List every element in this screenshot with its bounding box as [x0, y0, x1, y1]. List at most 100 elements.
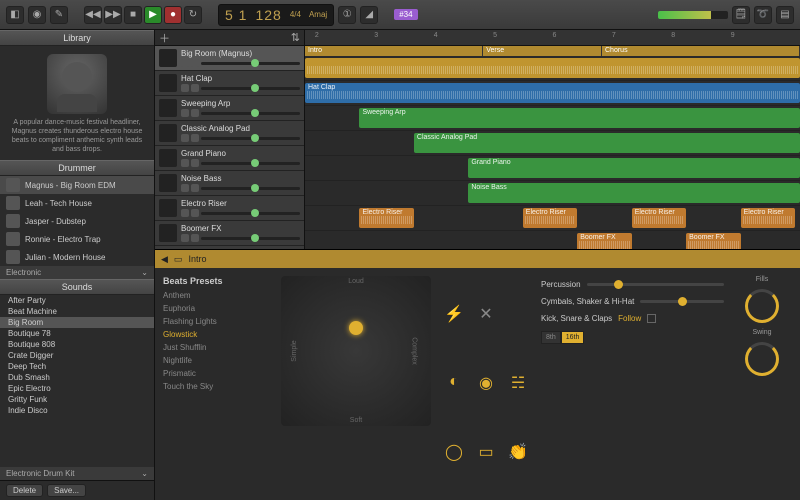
solo-button[interactable]	[191, 59, 199, 67]
xy-puck[interactable]	[349, 321, 363, 335]
track-lane[interactable]: Sweeping Arp	[305, 106, 800, 131]
track-lane[interactable]: Noise Bass	[305, 181, 800, 206]
save-button[interactable]: Save...	[47, 484, 86, 497]
arrangement-marker[interactable]: Verse	[483, 46, 602, 56]
prev-region-icon[interactable]: ◀	[161, 254, 168, 265]
track-header[interactable]: Boomer FX	[155, 221, 304, 246]
category-selector[interactable]: Electronic ⌄	[0, 266, 154, 279]
sound-item[interactable]: Gritty Funk	[0, 394, 154, 405]
track-header[interactable]: Classic Analog Pad	[155, 121, 304, 146]
drummer-item[interactable]: Magnus - Big Room EDM	[0, 176, 154, 194]
preset-item[interactable]: Glowstick	[163, 328, 273, 341]
sound-item[interactable]: Indie Disco	[0, 405, 154, 416]
sound-item[interactable]: Crate Digger	[0, 350, 154, 361]
track-header[interactable]: Noise Bass	[155, 171, 304, 196]
drummer-item[interactable]: Ronnie - Electro Trap	[0, 230, 154, 248]
volume-slider[interactable]	[201, 162, 300, 165]
preset-item[interactable]: Prismatic	[163, 367, 273, 380]
bar-ruler[interactable]: 23456789	[305, 30, 800, 46]
loops-button[interactable]: ➰	[754, 6, 772, 24]
kick-icon[interactable]: ◯	[443, 442, 465, 464]
solo-button[interactable]	[191, 84, 199, 92]
track-header[interactable]: Big Room (Magnus)	[155, 46, 304, 71]
volume-slider[interactable]	[201, 212, 300, 215]
region[interactable]: Electro Riser	[523, 208, 577, 228]
follow-label[interactable]: Follow	[618, 314, 641, 323]
metronome-button[interactable]: ◢	[360, 6, 378, 24]
rewind-button[interactable]: ◀◀	[84, 6, 102, 24]
sound-item[interactable]: Boutique 808	[0, 339, 154, 350]
library-toggle-button[interactable]: ◧	[6, 6, 24, 24]
shaker-icon[interactable]: ◉	[475, 373, 497, 395]
track-header[interactable]: Sweeping Arp	[155, 96, 304, 121]
region[interactable]: Boomer FX	[577, 233, 631, 249]
preset-item[interactable]: Just Shufflin	[163, 341, 273, 354]
preset-item[interactable]: Nightlife	[163, 354, 273, 367]
timeline[interactable]: 23456789 IntroVerseChorus Hat ClapSweepi…	[305, 30, 800, 249]
solo-button[interactable]	[191, 109, 199, 117]
volume-slider[interactable]	[201, 112, 300, 115]
mute-button[interactable]	[181, 59, 189, 67]
volume-slider[interactable]	[201, 137, 300, 140]
sound-item[interactable]: Beat Machine	[0, 306, 154, 317]
track-lane[interactable]: Classic Analog Pad	[305, 131, 800, 156]
track-header[interactable]: Grand Piano	[155, 146, 304, 171]
count-in-button[interactable]: ①	[338, 6, 356, 24]
sound-item[interactable]: Dub Smash	[0, 372, 154, 383]
preset-item[interactable]: Euphoria	[163, 302, 273, 315]
volume-slider[interactable]	[201, 187, 300, 190]
cycle-button[interactable]: ↻	[184, 6, 202, 24]
preset-item[interactable]: Touch the Sky	[163, 380, 273, 393]
drummer-item[interactable]: Julian - Modern House	[0, 248, 154, 266]
hihat-icon[interactable]: ☵	[507, 373, 529, 395]
arrangement-track[interactable]: IntroVerseChorus	[305, 46, 800, 56]
sound-item[interactable]: Deep Tech	[0, 361, 154, 372]
track-options-button[interactable]: ⇅	[291, 31, 300, 44]
mute-button[interactable]	[181, 84, 189, 92]
track-lane[interactable]: Hat Clap	[305, 81, 800, 106]
track-header[interactable]: Hat Clap	[155, 71, 304, 96]
sticks-icon[interactable]: ✕	[475, 304, 497, 326]
solo-button[interactable]	[191, 184, 199, 192]
cymbals-slider[interactable]	[640, 300, 724, 303]
solo-button[interactable]	[191, 159, 199, 167]
mute-button[interactable]	[181, 109, 189, 117]
media-button[interactable]: ▤	[776, 6, 794, 24]
xy-pad[interactable]: Loud Soft Simple Complex	[281, 276, 431, 426]
arrangement-marker[interactable]: Intro	[305, 46, 483, 56]
fills-knob[interactable]	[745, 289, 779, 323]
mute-button[interactable]	[181, 234, 189, 242]
percussion-slider[interactable]	[587, 283, 724, 286]
follow-checkbox[interactable]	[647, 314, 656, 323]
region[interactable]: Boomer FX	[686, 233, 740, 249]
smart-controls-button[interactable]: ◉	[28, 6, 46, 24]
track-header[interactable]: Electro Riser	[155, 196, 304, 221]
track-lane[interactable]: Electro RiserElectro RiserElectro RiserE…	[305, 206, 800, 231]
region[interactable]	[305, 58, 800, 78]
sound-item[interactable]: Big Room	[0, 317, 154, 328]
region[interactable]: Noise Bass	[468, 183, 800, 203]
kit-selector[interactable]: Electronic Drum Kit ⌄	[0, 467, 154, 480]
volume-slider[interactable]	[201, 87, 300, 90]
mute-button[interactable]	[181, 134, 189, 142]
region[interactable]: Grand Piano	[468, 158, 800, 178]
mute-button[interactable]	[181, 184, 189, 192]
preset-item[interactable]: Flashing Lights	[163, 315, 273, 328]
sound-item[interactable]: Boutique 78	[0, 328, 154, 339]
mute-button[interactable]	[181, 209, 189, 217]
add-track-button[interactable]: ＋	[159, 30, 170, 46]
region[interactable]: Electro Riser	[741, 208, 795, 228]
arrangement-marker[interactable]: Chorus	[602, 46, 800, 56]
sound-item[interactable]: After Party	[0, 295, 154, 306]
bolt-icon[interactable]: ⚡	[443, 304, 465, 326]
region[interactable]: Electro Riser	[359, 208, 413, 228]
drummer-item[interactable]: Leah - Tech House	[0, 194, 154, 212]
drummer-item[interactable]: Jasper - Dubstep	[0, 212, 154, 230]
forward-button[interactable]: ▶▶	[104, 6, 122, 24]
solo-button[interactable]	[191, 234, 199, 242]
region[interactable]: Sweeping Arp	[359, 108, 800, 128]
track-lane[interactable]	[305, 56, 800, 81]
track-lane[interactable]: Grand Piano	[305, 156, 800, 181]
volume-slider[interactable]	[201, 62, 300, 65]
tambourine-icon[interactable]: ◐	[443, 373, 465, 395]
